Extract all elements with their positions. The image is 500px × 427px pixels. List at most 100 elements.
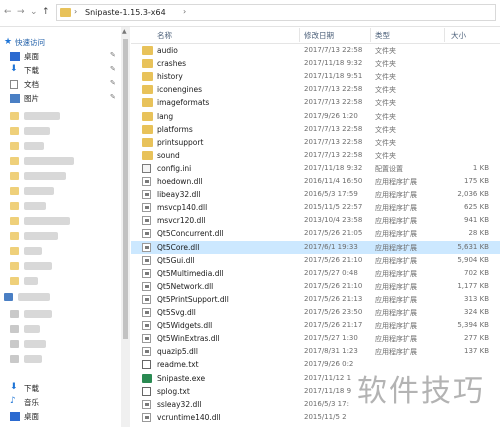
folder-icon (10, 127, 19, 135)
file-type: 应用程序扩展 (375, 348, 417, 357)
scroll-up-icon[interactable]: ▲ (122, 28, 127, 35)
folder-icon (10, 247, 19, 255)
file-size: 137 KB (464, 347, 489, 356)
file-row[interactable]: Qt5Widgets.dll 2017/5/26 21:17 应用程序扩展 5,394… (131, 319, 500, 332)
file-date: 2017/11/18 9:51 (304, 72, 363, 81)
redacted-label (24, 340, 46, 348)
file-row[interactable]: hoedown.dll 2016/11/4 16:50 应用程序扩展 175 KB (131, 175, 500, 188)
dll-file-icon (142, 281, 151, 291)
chevron-right-icon[interactable]: › (183, 7, 186, 16)
redacted-label (24, 172, 66, 180)
file-row[interactable]: libeay32.dll 2016/5/3 17:59 应用程序扩展 2,036 KB (131, 188, 500, 201)
folder-icon (142, 98, 153, 108)
file-name: Qt5Concurrent.dll (157, 229, 224, 239)
column-date[interactable]: 修改日期 (304, 30, 334, 41)
column-name[interactable]: 名称 (157, 30, 172, 41)
sidebar-item-desktop[interactable]: 桌面 ✎ (0, 50, 121, 63)
pin-icon[interactable]: ✎ (110, 79, 116, 87)
file-date: 2017/7/13 22:58 (304, 46, 363, 54)
scrollbar-thumb[interactable] (123, 39, 128, 339)
file-date: 2017/7/13 22:58 (304, 85, 363, 94)
file-row[interactable]: lang 2017/9/26 1:20 文件夹 (131, 110, 500, 123)
dll-file-icon (142, 268, 151, 278)
column-size[interactable]: 大小 (451, 30, 466, 41)
file-row[interactable]: Qt5Svg.dll 2017/5/26 23:50 应用程序扩展 324 KB (131, 306, 500, 319)
file-row[interactable]: msvcp140.dll 2015/11/5 22:57 应用程序扩展 625 KB (131, 201, 500, 214)
pin-icon[interactable]: ✎ (110, 51, 116, 59)
nav-scrollbar[interactable]: ▲ (121, 27, 130, 427)
column-divider[interactable] (299, 28, 300, 42)
file-row[interactable]: platforms 2017/7/13 22:58 文件夹 (131, 123, 500, 136)
file-row[interactable]: sound 2017/7/13 22:58 文件夹 (131, 149, 500, 162)
sidebar-item-downloads[interactable]: ⬇ 下载 ✎ (0, 64, 121, 77)
file-row[interactable]: imageformats 2017/7/13 22:58 文件夹 (131, 96, 500, 109)
forward-icon[interactable]: → (17, 7, 25, 17)
folder-icon (10, 157, 19, 165)
file-row[interactable]: printsupport 2017/7/13 22:58 文件夹 (131, 136, 500, 149)
file-row[interactable]: Qt5Concurrent.dll 2017/5/26 21:05 应用程序扩展 28… (131, 227, 500, 240)
file-row[interactable]: crashes 2017/11/18 9:32 文件夹 (131, 57, 500, 70)
item-icon (10, 310, 19, 318)
dll-file-icon (142, 347, 151, 357)
chevron-right-icon[interactable]: › (74, 7, 77, 16)
recent-dropdown-icon[interactable]: ⌄ (30, 7, 38, 17)
sidebar-label: 快速访问 (15, 38, 45, 47)
file-size: 941 KB (464, 216, 489, 225)
sidebar-item-pictures[interactable]: 图片 ✎ (0, 92, 121, 105)
file-row[interactable]: config.ini 2017/11/18 9:32 配置设置 1 KB (131, 162, 500, 175)
pin-icon[interactable]: ✎ (110, 65, 116, 73)
file-row[interactable]: Qt5Multimedia.dll 2017/5/27 0:48 应用程序扩展 702… (131, 267, 500, 280)
file-name: Qt5Network.dll (157, 281, 214, 291)
sidebar-item-music[interactable]: ♪ 音乐 (0, 396, 121, 409)
column-type[interactable]: 类型 (375, 30, 390, 41)
file-name: msvcr120.dll (157, 216, 206, 226)
file-row[interactable]: Qt5Gui.dll 2017/5/26 21:10 应用程序扩展 5,904 KB (131, 254, 500, 267)
file-row[interactable]: Qt5Network.dll 2017/5/26 21:10 应用程序扩展 1,177… (131, 280, 500, 293)
file-name: lang (157, 111, 174, 121)
sidebar-item-label: 下载 (24, 66, 39, 75)
file-name: msvcp140.dll (157, 203, 208, 213)
dll-file-icon (142, 242, 151, 252)
sidebar-item-desktop-2[interactable]: 桌面 (0, 410, 121, 423)
file-row[interactable]: history 2017/11/18 9:51 文件夹 (131, 70, 500, 83)
file-row[interactable]: Qt5Core.dll 2017/6/1 19:33 应用程序扩展 5,631 KB (131, 240, 500, 254)
sidebar-item-downloads-2[interactable]: ⬇ 下载 (0, 382, 121, 395)
up-icon[interactable]: ↑ (42, 7, 50, 17)
file-type: 应用程序扩展 (375, 178, 417, 186)
file-date: 2016/5/3 17: (304, 399, 349, 408)
file-size: 5,631 KB (457, 242, 489, 251)
column-divider[interactable] (370, 28, 371, 42)
file-date: 2017/5/26 21:05 (304, 229, 363, 238)
folder-icon (10, 217, 19, 225)
address-bar[interactable]: › Snipaste-1.15.3-x64 › (56, 4, 496, 21)
pin-icon[interactable]: ✎ (110, 93, 116, 101)
file-date: 2017/7/13 22:58 (304, 124, 363, 133)
file-name: Qt5PrintSupport.dll (157, 294, 229, 304)
sidebar-item-label: 下载 (24, 384, 39, 393)
file-type: 文件夹 (375, 99, 396, 108)
sidebar-item-documents[interactable]: 文档 ✎ (0, 78, 121, 91)
sidebar-item-label: 桌面 (24, 412, 39, 421)
file-type: 文件夹 (375, 73, 396, 82)
sidebar-quick-access[interactable]: ★ 快速访问 (0, 36, 121, 49)
sidebar-item-label: 桌面 (24, 52, 39, 61)
column-divider[interactable] (444, 28, 445, 42)
file-row[interactable]: Qt5WinExtras.dll 2017/5/27 1:30 应用程序扩展 277 … (131, 332, 500, 345)
redacted-label (24, 142, 44, 150)
file-row[interactable]: iconengines 2017/7/13 22:58 文件夹 (131, 83, 500, 96)
download-icon: ⬇ (10, 382, 18, 392)
file-row[interactable]: audio 2017/7/13 22:58 文件夹 (131, 44, 500, 57)
txt-file-icon (142, 360, 151, 370)
back-icon[interactable]: ← (4, 7, 12, 17)
file-row[interactable]: msvcr120.dll 2013/10/4 23:58 应用程序扩展 941 KB (131, 214, 500, 227)
dll-file-icon (142, 190, 151, 200)
file-row[interactable]: vcruntime140.dll 2015/11/5 2 (131, 411, 500, 424)
breadcrumb-folder[interactable]: Snipaste-1.15.3-x64 (85, 8, 166, 17)
dll-file-icon (142, 399, 151, 409)
file-name: Qt5WinExtras.dll (157, 334, 220, 344)
file-row[interactable]: Qt5PrintSupport.dll 2017/5/26 21:13 应用程序扩展… (131, 293, 500, 306)
folder-icon (10, 232, 19, 240)
file-date: 2017/11/18 9:32 (304, 59, 363, 68)
item-icon (10, 325, 19, 333)
file-row[interactable]: quazip5.dll 2017/8/31 1:23 应用程序扩展 137 KB (131, 345, 500, 358)
